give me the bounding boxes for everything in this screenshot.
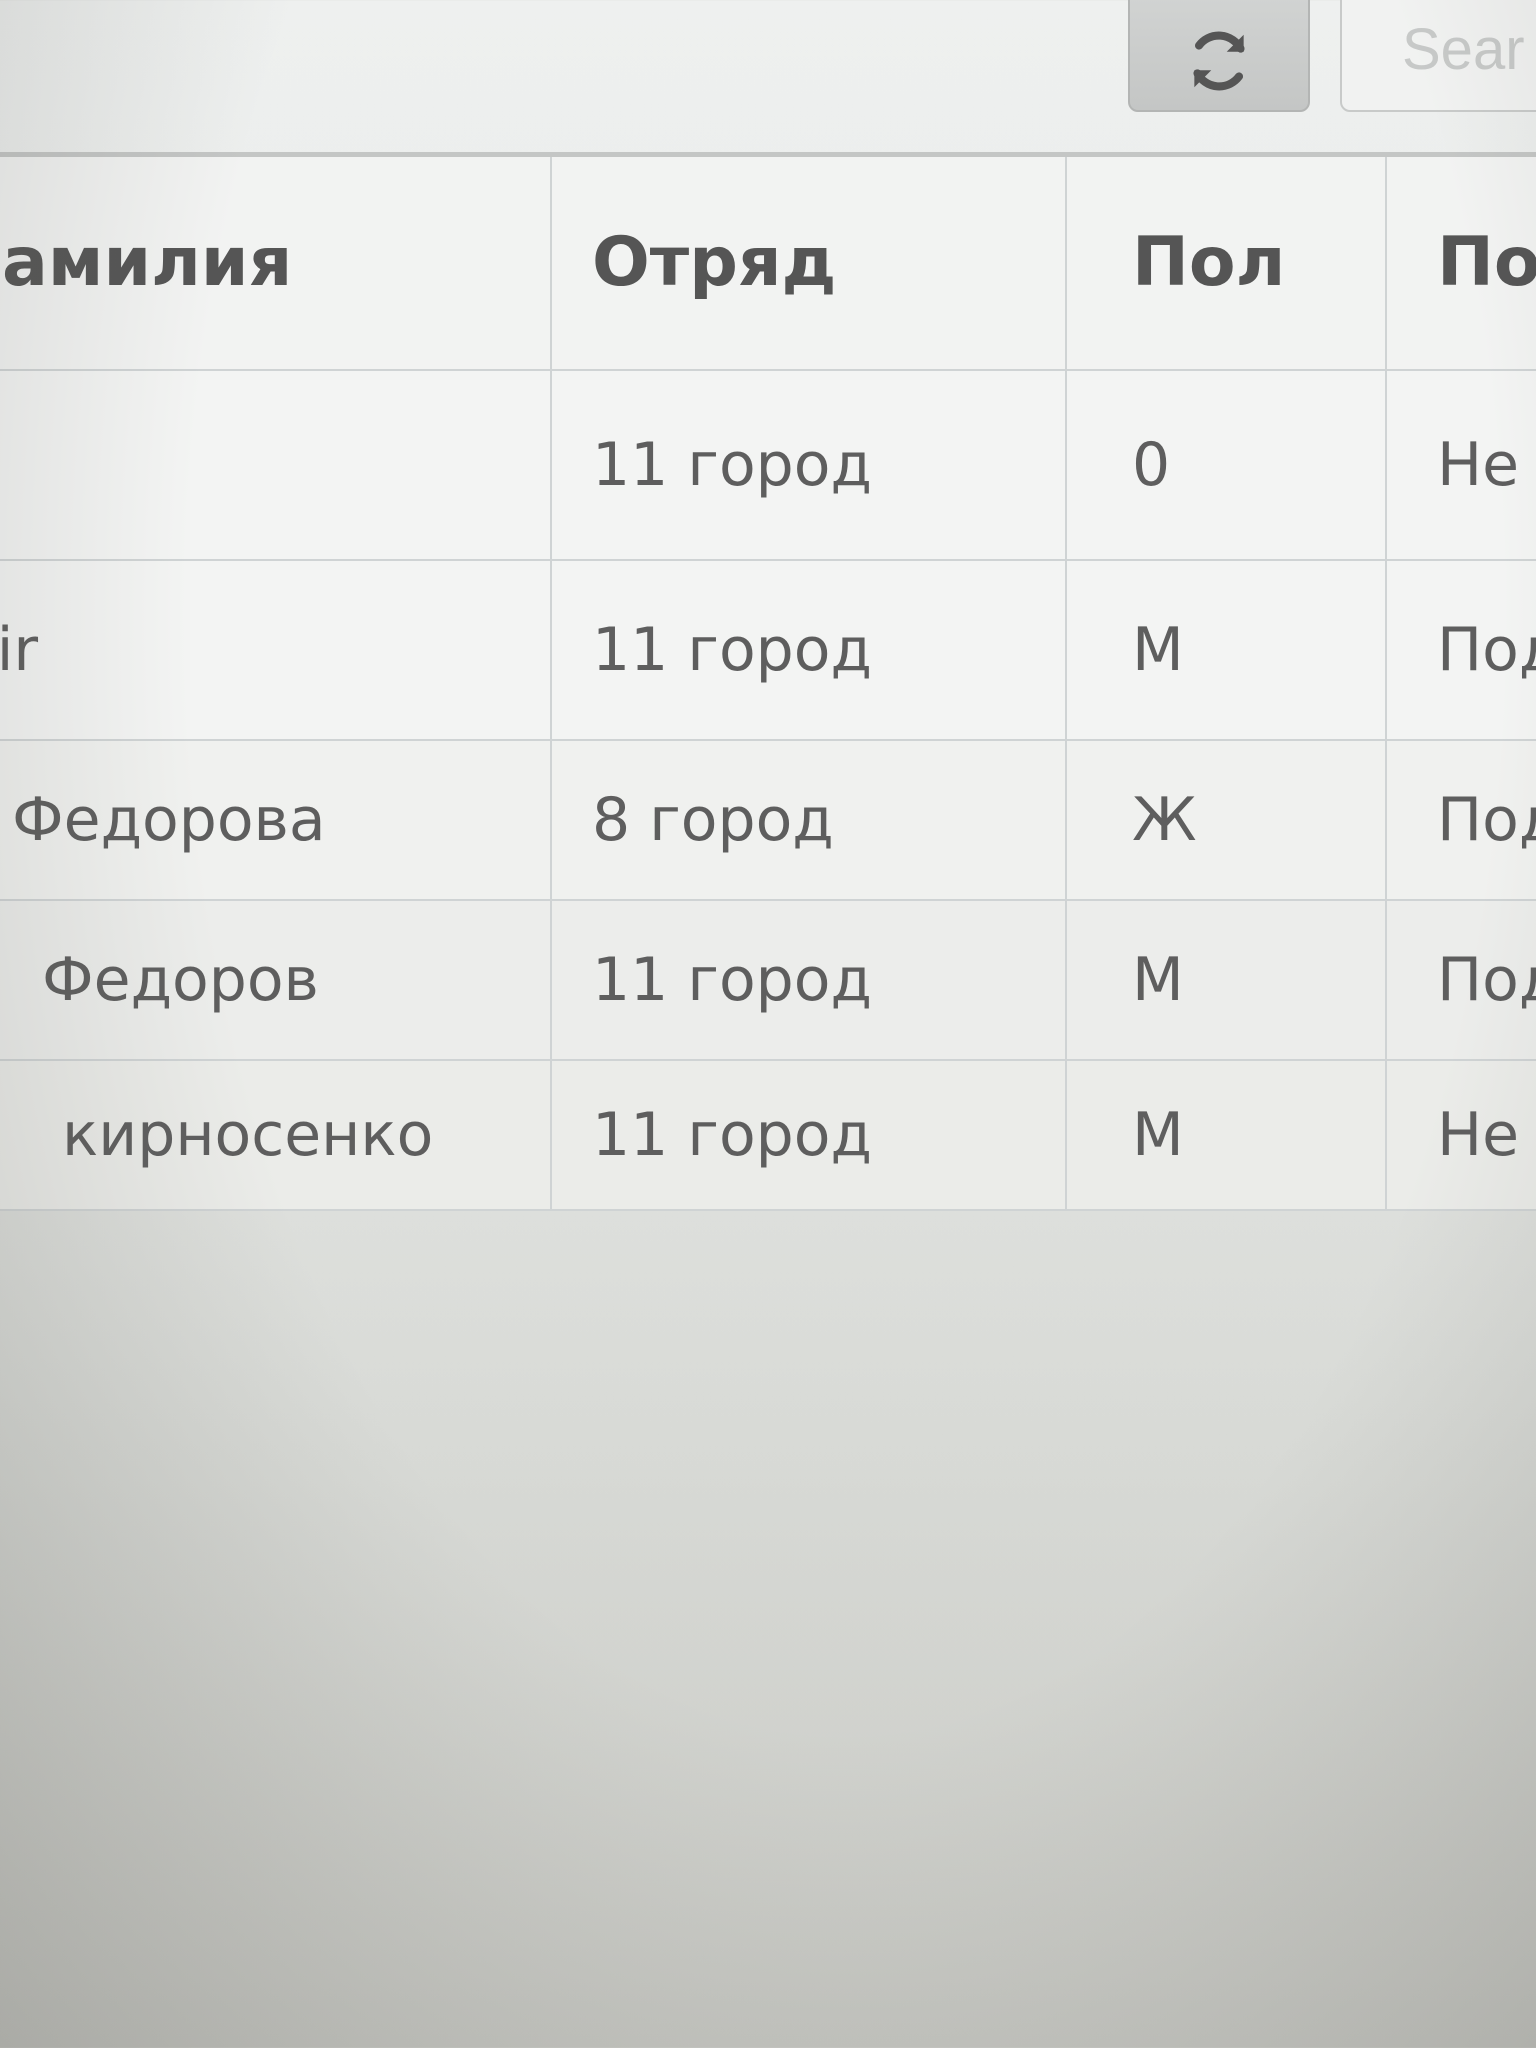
- cell-confirmation: Подтве: [1385, 898, 1536, 1061]
- column-header-squad[interactable]: Отряд: [550, 153, 1067, 371]
- search-placeholder: Sear: [1402, 17, 1525, 82]
- cell-confirmation: Подт: [1385, 558, 1536, 741]
- table-header-row: амилия Отряд Пол По: [0, 153, 1536, 371]
- cell-gender: М: [1065, 558, 1387, 741]
- cell-gender: М: [1065, 1058, 1387, 1211]
- table-row[interactable]: Федоров 11 город М Подтве: [0, 898, 1536, 1061]
- search-input[interactable]: Sear: [1340, 0, 1536, 112]
- table-row[interactable]: 11 город 0 Не п: [0, 368, 1536, 561]
- column-header-confirmation[interactable]: По: [1385, 153, 1536, 371]
- cell-squad: 11 город: [550, 1058, 1067, 1211]
- cell-squad: 11 город: [550, 898, 1067, 1061]
- table-row[interactable]: Федорова 8 город Ж Подтв: [0, 738, 1536, 901]
- cell-confirmation: Не п: [1385, 368, 1536, 561]
- toolbar: Sear: [0, 0, 1536, 150]
- cell-gender: 0: [1065, 368, 1387, 561]
- refresh-button[interactable]: [1128, 0, 1310, 112]
- cell-gender: М: [1065, 898, 1387, 1061]
- refresh-icon: [1193, 31, 1245, 91]
- cell-surname: Федоров: [0, 898, 552, 1061]
- cell-confirmation: Не подт: [1385, 1058, 1536, 1211]
- cell-confirmation: Подтв: [1385, 738, 1536, 901]
- cell-squad: 11 город: [550, 368, 1067, 561]
- cell-surname: Федорова: [0, 738, 552, 901]
- table-row[interactable]: kir 11 город М Подт: [0, 558, 1536, 741]
- cell-squad: 11 город: [550, 558, 1067, 741]
- cell-surname: [0, 368, 552, 561]
- cell-squad: 8 город: [550, 738, 1067, 901]
- participants-table: амилия Отряд Пол По 11 город 0 Не п kir …: [0, 152, 1536, 1211]
- participants-table-container: амилия Отряд Пол По 11 город 0 Не п kir …: [0, 152, 1536, 1211]
- table-row[interactable]: кирносенко 11 город М Не подт: [0, 1058, 1536, 1211]
- column-header-surname[interactable]: амилия: [0, 153, 552, 371]
- cell-gender: Ж: [1065, 738, 1387, 901]
- cell-surname: kir: [0, 558, 552, 741]
- column-header-gender[interactable]: Пол: [1065, 153, 1387, 371]
- cell-surname: кирносенко: [0, 1058, 552, 1211]
